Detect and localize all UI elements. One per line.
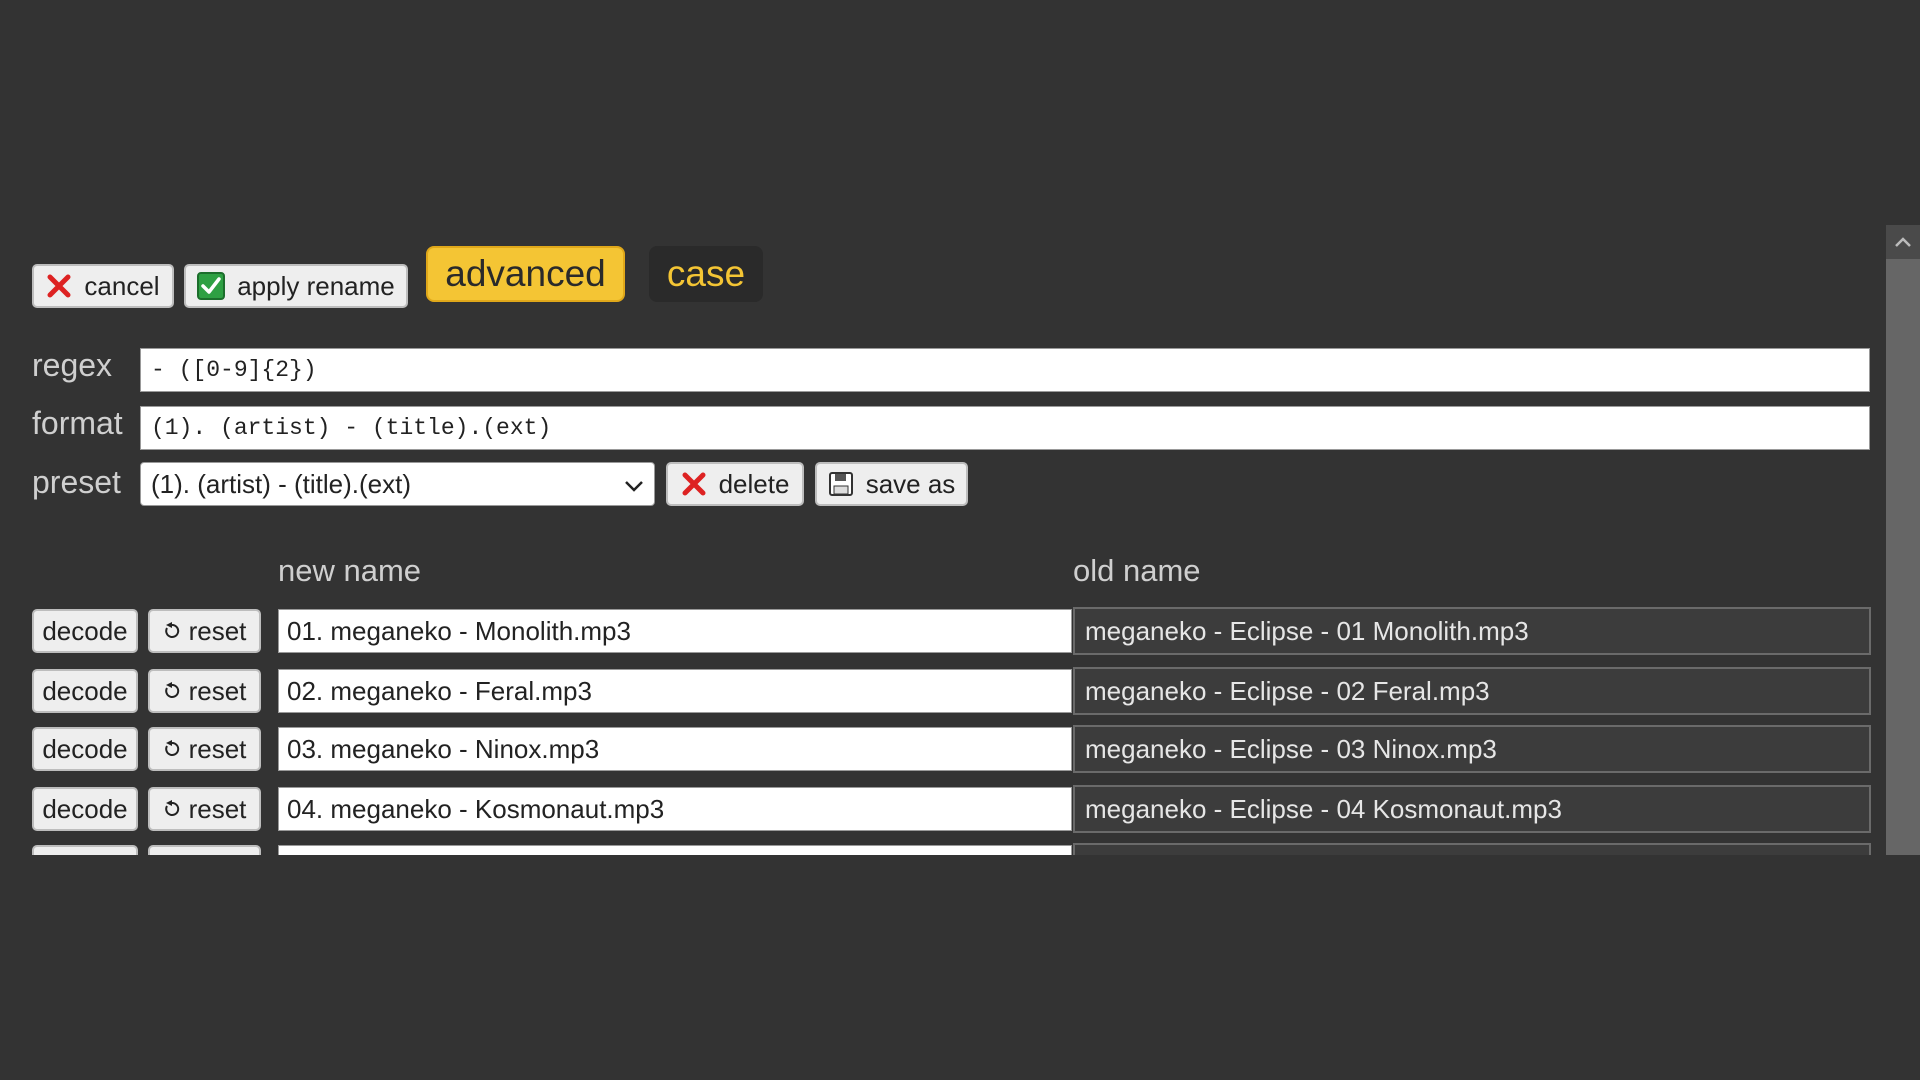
decode-button[interactable]: decode (32, 609, 138, 653)
tab-case-label: case (666, 253, 746, 294)
new-name-value: 01. meganeko - Monolith.mp3 (287, 615, 631, 646)
scroll-up-arrow-icon[interactable] (1886, 225, 1920, 259)
checkbox-check-icon (197, 272, 226, 300)
reset-label: reset (189, 852, 247, 856)
new-name-value: 03. meganeko - Ninox.mp3 (287, 733, 600, 764)
old-name-field: meganeko - Eclipse - 01 Monolith.mp3 (1073, 607, 1871, 655)
delete-label: delete (718, 468, 790, 499)
regex-input[interactable]: - ([0-9]{2}) (140, 348, 1870, 392)
new-name-value: 02. meganeko - Feral.mp3 (287, 675, 592, 706)
cancel-label: cancel (84, 270, 160, 301)
scrollbar[interactable] (1886, 225, 1920, 855)
format-value: (1). (artist) - (title).(ext) (151, 415, 552, 441)
save-as-label: save as (865, 468, 956, 499)
old-name-column-header: old name (1073, 553, 1201, 588)
old-name-value: meganeko - Eclipse - 01 Monolith.mp3 (1085, 615, 1529, 646)
undo-icon (163, 734, 181, 765)
floppy-disk-icon (828, 471, 854, 497)
decode-label: decode (42, 793, 128, 824)
new-name-input[interactable]: 04. meganeko - Kosmonaut.mp3 (278, 787, 1072, 831)
rename-panel: cancel apply rename advanced case regex … (0, 225, 1920, 855)
decode-button[interactable]: decode (32, 845, 138, 855)
old-name-field: meganeko - Eclipse - 04 Kosmonaut.mp3 (1073, 785, 1871, 833)
new-name-column-header: new name (278, 553, 422, 588)
preset-select[interactable]: (1). (artist) - (title).(ext) (140, 462, 655, 506)
cancel-button[interactable]: cancel (32, 264, 174, 308)
reset-button[interactable]: reset (148, 845, 261, 855)
decode-label: decode (42, 733, 128, 764)
apply-rename-label: apply rename (237, 270, 395, 301)
decode-label: decode (42, 675, 128, 706)
format-input[interactable]: (1). (artist) - (title).(ext) (140, 406, 1870, 450)
undo-icon (163, 676, 181, 707)
tab-advanced[interactable]: advanced (426, 246, 625, 302)
regex-value: - ([0-9]{2}) (151, 357, 317, 383)
new-name-input[interactable]: 02. meganeko - Feral.mp3 (278, 669, 1072, 713)
regex-label: regex (32, 347, 113, 383)
reset-button[interactable]: reset (148, 609, 261, 653)
decode-label: decode (42, 852, 127, 856)
undo-icon (163, 794, 181, 825)
chevron-down-icon (624, 469, 644, 500)
tab-case[interactable]: case (649, 246, 763, 302)
old-name-value: meganeko - Eclipse - 02 Feral.mp3 (1085, 675, 1490, 706)
decode-button[interactable]: decode (32, 727, 138, 771)
preset-value: (1). (artist) - (title).(ext) (151, 468, 411, 499)
save-as-button[interactable]: save as (815, 462, 968, 506)
decode-label: decode (42, 615, 128, 646)
reset-label: reset (188, 733, 247, 764)
undo-icon (163, 852, 181, 856)
reset-button[interactable]: reset (148, 727, 261, 771)
decode-button[interactable]: decode (32, 669, 138, 713)
new-name-input[interactable] (278, 845, 1072, 855)
close-x-icon (681, 471, 707, 497)
reset-label: reset (188, 615, 247, 646)
delete-preset-button[interactable]: delete (666, 462, 804, 506)
format-label: format (32, 405, 123, 441)
old-name-field: meganeko - Eclipse - 02 Feral.mp3 (1073, 667, 1871, 715)
tab-advanced-label: advanced (445, 253, 606, 294)
old-name-field: meganeko - Eclipse - 03 Ninox.mp3 (1073, 725, 1871, 773)
reset-label: reset (188, 675, 247, 706)
preset-label: preset (32, 464, 121, 500)
decode-button[interactable]: decode (32, 787, 138, 831)
new-name-input[interactable]: 01. meganeko - Monolith.mp3 (278, 609, 1072, 653)
old-name-field (1073, 843, 1871, 855)
undo-icon (163, 616, 181, 647)
new-name-input[interactable]: 03. meganeko - Ninox.mp3 (278, 727, 1072, 771)
new-name-value: 04. meganeko - Kosmonaut.mp3 (287, 793, 665, 824)
old-name-value: meganeko - Eclipse - 04 Kosmonaut.mp3 (1085, 793, 1562, 824)
reset-button[interactable]: reset (148, 669, 261, 713)
apply-rename-button[interactable]: apply rename (184, 264, 408, 308)
old-name-value: meganeko - Eclipse - 03 Ninox.mp3 (1085, 733, 1497, 764)
close-x-icon (46, 273, 72, 299)
reset-button[interactable]: reset (148, 787, 261, 831)
reset-label: reset (188, 793, 247, 824)
